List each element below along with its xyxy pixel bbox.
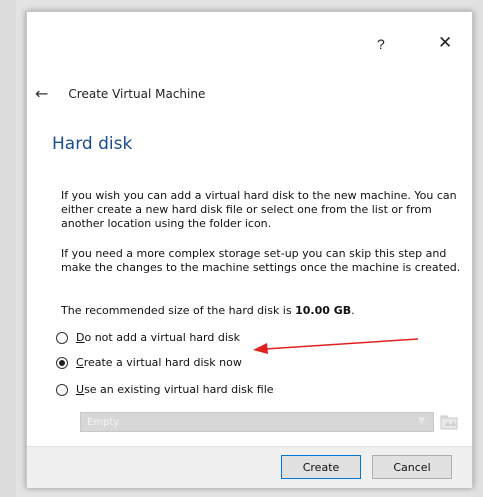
annotation-arrow-icon xyxy=(253,338,419,354)
option-existing-disk-label: Use an existing virtual hard disk file xyxy=(76,383,274,396)
disk-select[interactable]: Empty ▼ xyxy=(80,412,434,432)
folder-icon[interactable] xyxy=(440,413,458,431)
option-create-disk-mnemonic: C xyxy=(76,356,84,369)
option-create-disk[interactable]: Create a virtual hard disk now xyxy=(56,356,242,369)
recommended-size-suffix: . xyxy=(351,304,355,317)
option-no-disk[interactable]: Do not add a virtual hard disk xyxy=(56,331,240,344)
close-button[interactable]: ✕ xyxy=(438,33,452,53)
help-button[interactable]: ? xyxy=(377,36,385,52)
radio-no-disk[interactable] xyxy=(56,331,68,344)
radio-create-disk[interactable] xyxy=(56,356,68,369)
option-create-disk-text: reate a virtual hard disk now xyxy=(83,356,242,369)
wizard-nav: ← Create Virtual Machine xyxy=(35,84,205,103)
background-strip-right xyxy=(473,0,483,497)
option-existing-disk-text: se an existing virtual hard disk file xyxy=(84,383,274,396)
option-existing-disk[interactable]: Use an existing virtual hard disk file xyxy=(56,383,274,396)
option-no-disk-text: o not add a virtual hard disk xyxy=(84,331,240,344)
recommended-size-value: 10.00 GB xyxy=(295,304,352,317)
background-strip-left xyxy=(0,0,16,497)
create-vm-dialog: ? ✕ ← Create Virtual Machine Hard disk I… xyxy=(26,11,473,488)
create-button[interactable]: Create xyxy=(281,455,361,479)
intro-paragraph: If you wish you can add a virtual hard d… xyxy=(61,189,457,230)
wizard-title: Create Virtual Machine xyxy=(68,86,206,101)
option-no-disk-label: Do not add a virtual hard disk xyxy=(76,331,240,344)
recommended-size-prefix: The recommended size of the hard disk is xyxy=(61,304,296,317)
recommended-size-text: The recommended size of the hard disk is… xyxy=(61,304,461,318)
page-title: Hard disk xyxy=(52,134,133,154)
chevron-down-icon: ▼ xyxy=(418,416,425,426)
button-bar: Create Cancel xyxy=(27,446,472,488)
option-create-disk-label: Create a virtual hard disk now xyxy=(76,356,242,369)
cancel-button[interactable]: Cancel xyxy=(372,455,452,479)
option-existing-disk-mnemonic: U xyxy=(76,383,85,396)
radio-existing-disk[interactable] xyxy=(56,383,68,396)
disk-select-value: Empty xyxy=(87,416,120,428)
complex-setup-paragraph: If you need a more complex storage set-u… xyxy=(61,247,461,274)
back-arrow-icon[interactable]: ← xyxy=(35,84,48,103)
